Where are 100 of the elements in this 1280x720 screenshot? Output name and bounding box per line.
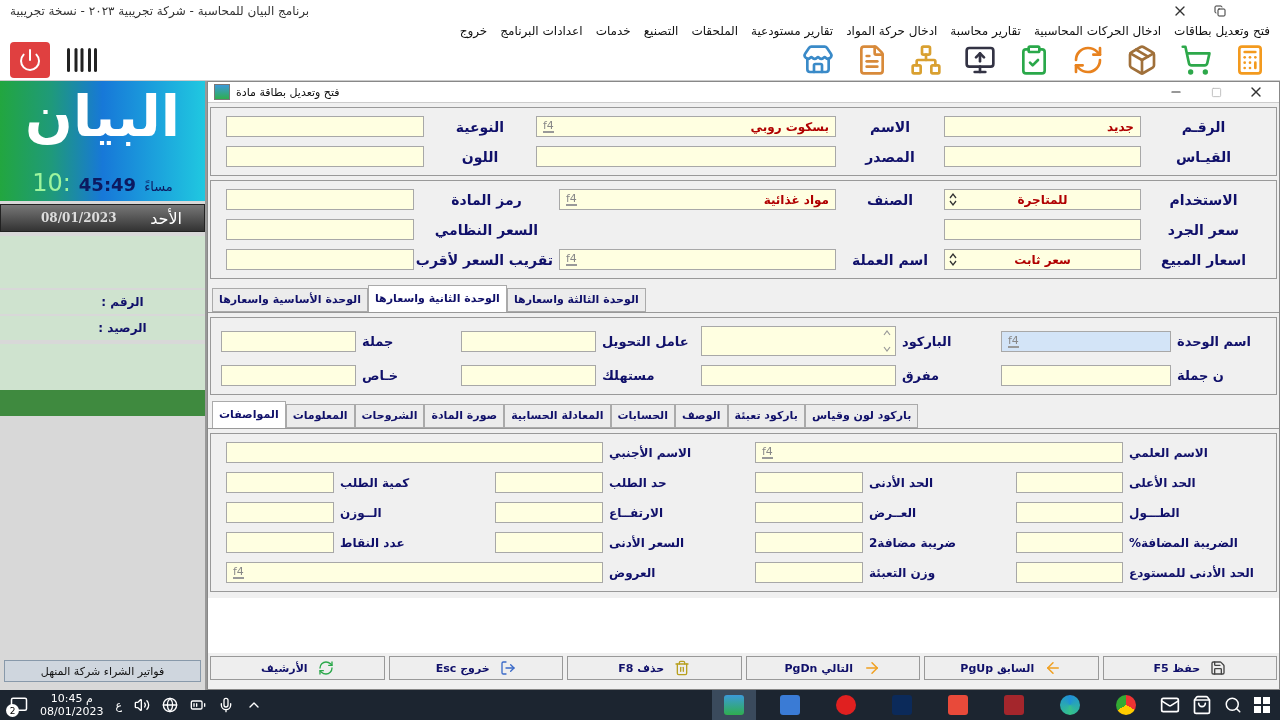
search-icon[interactable] bbox=[1224, 696, 1242, 714]
field-label: اسعار المبيع bbox=[1159, 251, 1248, 268]
field-label: الحد الأعلى bbox=[1128, 475, 1197, 490]
menu-item[interactable]: التصنيع bbox=[643, 24, 679, 38]
battery-icon[interactable] bbox=[190, 697, 206, 713]
field-label: تقريب السعر لأقرب bbox=[414, 251, 554, 268]
toolbar-button[interactable]: خروج Esc bbox=[388, 656, 563, 680]
field-label: الارتفــاع bbox=[608, 505, 664, 520]
field-label: عامل التحويل bbox=[601, 333, 690, 349]
input-field[interactable] bbox=[495, 502, 603, 523]
lookup-key: f4 bbox=[233, 566, 244, 579]
menu-item[interactable]: خروج bbox=[459, 24, 488, 38]
maximize-icon[interactable] bbox=[1210, 86, 1222, 98]
input-field[interactable] bbox=[1016, 532, 1123, 553]
tab[interactable]: المعادلة الحسابية bbox=[504, 404, 611, 428]
toolbar-button[interactable]: حذف F8 bbox=[567, 656, 742, 680]
input-field[interactable] bbox=[495, 532, 603, 553]
tab[interactable]: المواصفات bbox=[212, 401, 286, 428]
input-field[interactable]: f4 bbox=[226, 562, 603, 583]
menu-item[interactable]: خدمات bbox=[595, 24, 631, 38]
input-field[interactable] bbox=[221, 365, 356, 386]
power-button[interactable] bbox=[10, 42, 50, 78]
taskbar-date: 08/01/2023 bbox=[40, 705, 104, 718]
volume-icon[interactable] bbox=[134, 697, 150, 713]
input-field[interactable] bbox=[226, 502, 334, 523]
spinner-icon bbox=[948, 252, 958, 267]
input-field[interactable] bbox=[755, 532, 863, 553]
input-field[interactable] bbox=[701, 326, 896, 356]
input-field[interactable] bbox=[461, 330, 596, 352]
monitor-icon[interactable] bbox=[964, 44, 996, 76]
input-field[interactable]: سعر ثابت bbox=[944, 249, 1141, 270]
input-field[interactable] bbox=[226, 442, 603, 463]
cart-icon[interactable] bbox=[1180, 44, 1212, 76]
input-field[interactable]: f4 bbox=[559, 249, 836, 270]
tab[interactable]: باركود لون وقياس bbox=[804, 404, 919, 428]
toolbar-button[interactable]: السابق PgUp bbox=[924, 656, 1099, 680]
menu-item[interactable]: فتح وتعديل بطاقات bbox=[1174, 24, 1270, 38]
input-field[interactable] bbox=[755, 562, 863, 583]
input-field[interactable] bbox=[701, 365, 896, 386]
hierarchy-icon[interactable] bbox=[910, 44, 942, 76]
tab[interactable]: باركود تعبئة bbox=[727, 404, 805, 428]
tab[interactable]: الحسابات bbox=[610, 404, 675, 428]
refresh-icon bbox=[317, 660, 334, 676]
input-field[interactable] bbox=[226, 116, 424, 137]
toolbar-button[interactable]: التالي PgDn bbox=[745, 656, 920, 680]
input-field[interactable] bbox=[1016, 562, 1123, 583]
input-field[interactable]: للمتاجرة bbox=[944, 189, 1141, 210]
windows-icon[interactable] bbox=[1254, 697, 1270, 713]
input-field[interactable] bbox=[495, 472, 603, 493]
menu-item[interactable]: ادخال الحركات المحاسبية bbox=[1033, 24, 1162, 38]
tab[interactable]: المعلومات bbox=[285, 404, 355, 428]
input-field[interactable] bbox=[226, 532, 334, 553]
tab[interactable]: الوصف bbox=[675, 404, 728, 428]
tab[interactable]: الوحدة الأساسية واسعارها bbox=[212, 288, 368, 312]
globe-icon[interactable] bbox=[162, 697, 178, 713]
lookup-key: f4 bbox=[1008, 334, 1019, 348]
field-label: خـاص bbox=[361, 368, 400, 383]
input-field[interactable] bbox=[1016, 472, 1123, 493]
input-field[interactable] bbox=[755, 472, 863, 493]
input-field[interactable] bbox=[1016, 502, 1123, 523]
clock-time: 45:49 bbox=[78, 174, 137, 195]
menu-item[interactable]: ادخال حركة المواد bbox=[846, 24, 938, 38]
tab[interactable]: الشروحات bbox=[354, 404, 425, 428]
input-field[interactable] bbox=[755, 502, 863, 523]
clock-hour: 10: bbox=[32, 169, 71, 197]
tab[interactable]: الوحدة الثالثة واسعارها bbox=[506, 288, 646, 312]
field-label: الاسم الأجنبي bbox=[608, 445, 693, 460]
toolbar-button[interactable]: حفظ F5 bbox=[1102, 656, 1277, 680]
input-field[interactable]: f4 bbox=[755, 442, 1123, 463]
menu-item[interactable]: تقارير مستودعية bbox=[751, 24, 834, 38]
toolbar-button[interactable]: الأرشيف bbox=[210, 656, 385, 680]
input-field[interactable] bbox=[226, 249, 414, 270]
scroll-arrows-icon bbox=[882, 329, 892, 353]
box-icon[interactable] bbox=[1126, 44, 1158, 76]
tab[interactable]: الوحدة الثانية واسعارها bbox=[368, 285, 507, 312]
menu-item[interactable]: الملحقات bbox=[691, 24, 739, 38]
input-field[interactable] bbox=[221, 330, 356, 352]
mail-icon[interactable] bbox=[1160, 695, 1180, 715]
input-field[interactable] bbox=[226, 146, 424, 167]
input-field[interactable] bbox=[226, 219, 414, 240]
input-field[interactable] bbox=[944, 146, 1141, 167]
refresh-icon[interactable] bbox=[1072, 44, 1104, 76]
logo-text: البيان bbox=[25, 83, 180, 151]
clock-period: مساءً bbox=[144, 179, 173, 194]
menu-item[interactable]: تقارير محاسبة bbox=[950, 24, 1021, 38]
restore-icon[interactable] bbox=[1214, 5, 1226, 17]
input-field[interactable] bbox=[226, 472, 334, 493]
input-field[interactable] bbox=[226, 189, 414, 210]
input-field[interactable]: جديد bbox=[944, 116, 1141, 137]
input-field[interactable] bbox=[461, 365, 596, 386]
field-label: رمز المادة bbox=[450, 191, 523, 208]
day-text: الأحد bbox=[150, 208, 182, 228]
input-field[interactable] bbox=[1001, 365, 1171, 386]
field-label: الحد الأدنى bbox=[868, 475, 935, 490]
input-field[interactable] bbox=[536, 146, 836, 167]
input-field[interactable] bbox=[944, 219, 1141, 240]
tab[interactable]: صورة المادة bbox=[424, 404, 505, 428]
mic-icon[interactable] bbox=[218, 697, 234, 713]
store-icon[interactable] bbox=[1192, 695, 1212, 715]
menu-item[interactable]: اعدادات البرنامج bbox=[500, 24, 583, 38]
